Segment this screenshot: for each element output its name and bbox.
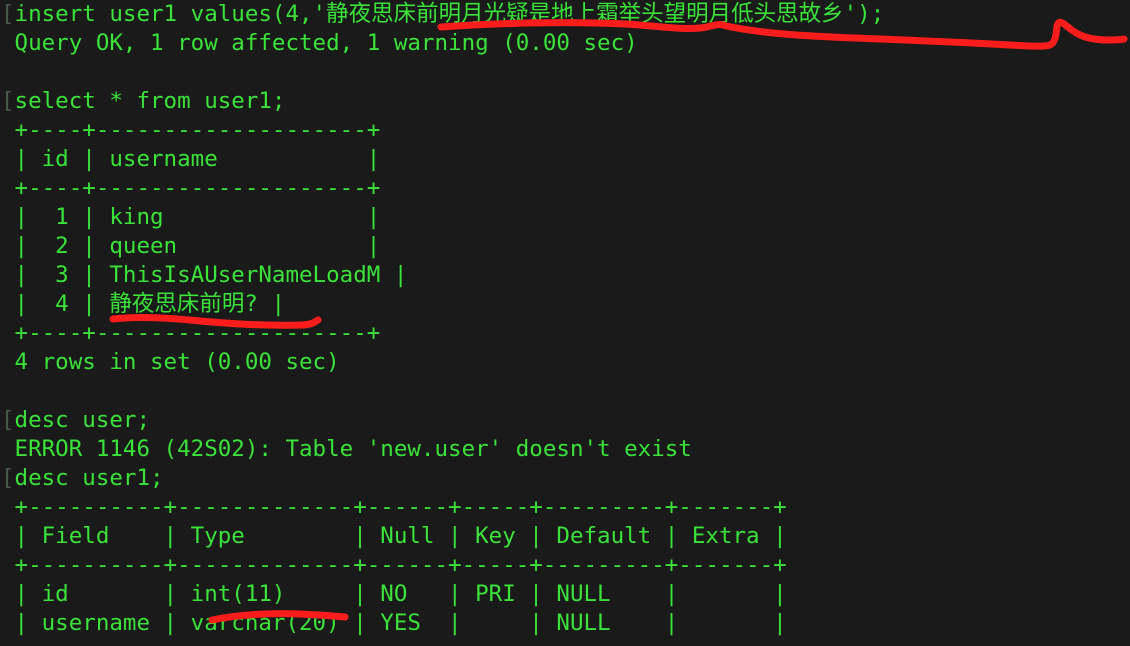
terminal-line-text: | 1 | king | [1, 204, 381, 230]
terminal-line-text: | id | int(11) | NO | PRI | NULL | | [1, 581, 787, 607]
terminal-screen: [insert user1 values(4,'静夜思床前明月光疑是地上霜举头望… [0, 0, 1130, 646]
terminal-line-text: desc user; [14, 407, 151, 433]
terminal-line: +----+--------------------+ [0, 319, 1130, 348]
terminal-line-text: | 4 | 静夜思床前明? | [1, 291, 286, 317]
prompt-bracket: [ [1, 465, 15, 491]
terminal-line: 4 rows in set (0.00 sec) [0, 348, 1130, 377]
terminal-line-text: | id | username | [1, 146, 381, 172]
terminal-output[interactable]: [insert user1 values(4,'静夜思床前明月光疑是地上霜举头望… [0, 0, 1130, 646]
terminal-line-text: | Field | Type | Null | Key | Default | … [1, 523, 787, 549]
terminal-line-text: ERROR 1146 (42S02): Table 'new.user' doe… [1, 436, 692, 462]
error-line: ERROR 1146 (42S02): Table 'new.user' doe… [0, 435, 1130, 464]
terminal-line-text: +----+--------------------+ [1, 117, 381, 143]
terminal-line: +----+--------------------+ [0, 174, 1130, 203]
terminal-line-text: +----------+-------------+------+-----+-… [1, 552, 787, 578]
terminal-line-text: desc user1; [14, 465, 164, 491]
terminal-line-text: select * from user1; [14, 88, 286, 114]
terminal-line-text: | 2 | queen | [1, 233, 381, 259]
terminal-line: | Field | Type | Null | Key | Default | … [0, 522, 1130, 551]
terminal-line: [desc user; [0, 406, 1130, 435]
terminal-line-text: 4 rows in set (0.00 sec) [1, 349, 340, 375]
terminal-line: [insert user1 values(4,'静夜思床前明月光疑是地上霜举头望… [0, 0, 1130, 29]
terminal-line: | id | username | [0, 145, 1130, 174]
table-row: | 2 | queen | [0, 232, 1130, 261]
terminal-line: +----------+-------------+------+-----+-… [0, 551, 1130, 580]
table-row: | 1 | king | [0, 203, 1130, 232]
terminal-line-text: insert user1 values(4,'静夜思床前明月光疑是地上霜举头望明… [14, 1, 885, 27]
terminal-line: [select * from user1; [0, 87, 1130, 116]
terminal-line-text: | username | varchar(20) | YES | | NULL … [1, 610, 787, 636]
prompt-bracket: [ [1, 88, 15, 114]
terminal-line: Query OK, 1 row affected, 1 warning (0.0… [0, 29, 1130, 58]
table-row: | 3 | ThisIsAUserNameLoadM | [0, 261, 1130, 290]
terminal-line-text: +----+--------------------+ [1, 320, 381, 346]
terminal-line: +----+--------------------+ [0, 116, 1130, 145]
terminal-line-text: | 3 | ThisIsAUserNameLoadM | [1, 262, 408, 288]
terminal-line: [desc user1; [0, 464, 1130, 493]
terminal-line: +----------+-------------+------+-----+-… [0, 638, 1130, 646]
prompt-bracket: [ [1, 1, 15, 27]
prompt-bracket: [ [1, 407, 15, 433]
table-row: | username | varchar(20) | YES | | NULL … [0, 609, 1130, 638]
terminal-line-text: Query OK, 1 row affected, 1 warning (0.0… [1, 30, 638, 56]
terminal-line-text: +----------+-------------+------+-----+-… [1, 639, 787, 646]
table-row: | 4 | 静夜思床前明? | [0, 290, 1130, 319]
terminal-line: +----------+-------------+------+-----+-… [0, 493, 1130, 522]
terminal-line-text: +----------+-------------+------+-----+-… [1, 494, 787, 520]
terminal-line-text: +----+--------------------+ [1, 175, 381, 201]
table-row: | id | int(11) | NO | PRI | NULL | | [0, 580, 1130, 609]
